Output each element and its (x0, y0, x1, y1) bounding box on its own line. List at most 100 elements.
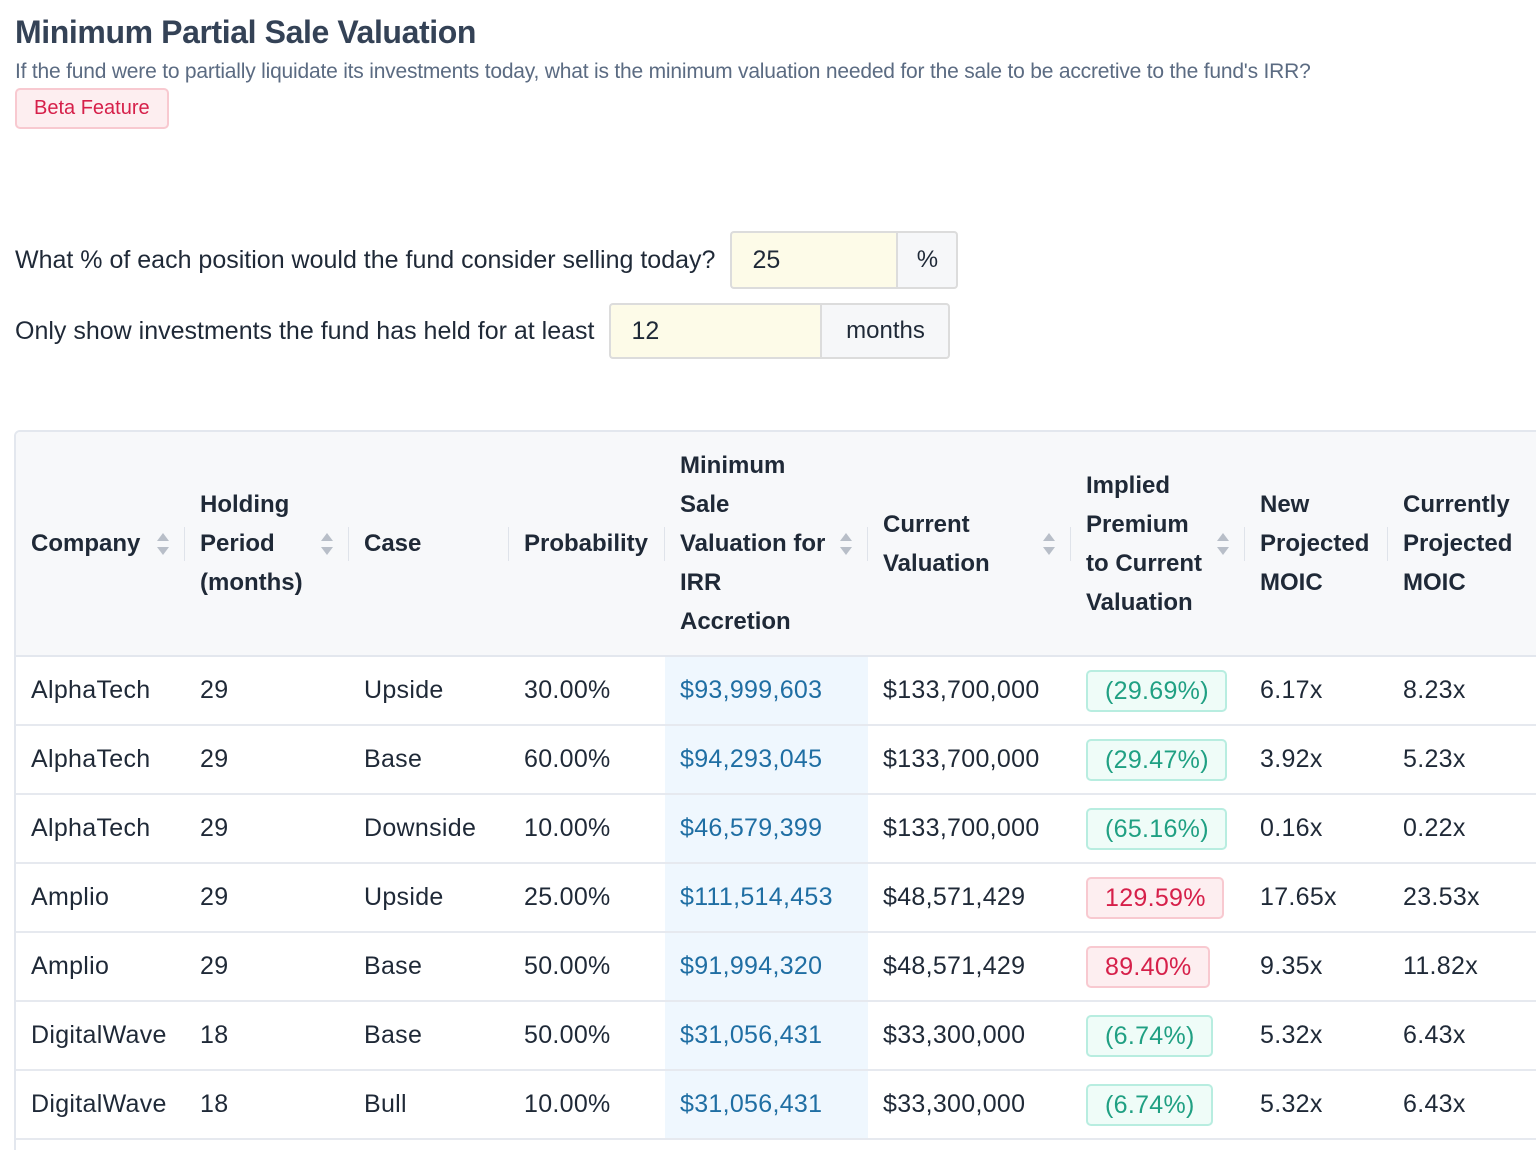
column-header-label: Implied Premium to Current Valuation (1086, 471, 1202, 616)
holding-period-cell: 29 (185, 656, 349, 726)
column-header-content: Currently Projected MOIC (1403, 485, 1531, 602)
column-header-content: Probability (524, 524, 650, 563)
column-header-min-sale-valuation[interactable]: Minimum Sale Valuation for IRR Accretion (665, 432, 868, 657)
column-header-content: Implied Premium to Current Valuation (1086, 466, 1230, 622)
column-header-new-projected-moic: New Projected MOIC (1245, 432, 1388, 657)
column-header-holding-period[interactable]: Holding Period (months) (185, 432, 349, 657)
case-cell: Base (349, 932, 509, 1002)
min-sale-valuation-cell: $31,056,431 (665, 1070, 868, 1140)
page-title: Minimum Partial Sale Valuation (15, 14, 477, 50)
sort-icon[interactable] (320, 531, 334, 557)
current-moic-cell: 8.23x (1388, 656, 1536, 726)
column-header-content: Case (364, 524, 494, 563)
sell-percentage-input[interactable]: 25 (730, 231, 897, 289)
percent-addon: % (896, 231, 959, 289)
new-moic-cell: 5.32x (1245, 1001, 1388, 1071)
column-header-content: New Projected MOIC (1260, 485, 1373, 602)
min-sale-valuation-cell: $31,056,431 (665, 1001, 868, 1071)
sort-icon[interactable] (156, 531, 170, 557)
current-valuation-cell: $33,300,000 (868, 1070, 1071, 1140)
premium-badge: (29.47%) (1086, 738, 1227, 781)
table-row: AlphaTech 29 Upside 30.00% $93,999,603 $133,7… (16, 656, 1536, 726)
probability-cell: 60.00% (509, 725, 665, 795)
current-valuation-cell: $33,300,000 (868, 1001, 1071, 1071)
column-header-label: Probability (524, 530, 649, 557)
probability-cell: 10.00% (509, 1070, 665, 1140)
holding-period-cell: 29 (185, 794, 349, 864)
column-header-label: Holding Period (months) (200, 491, 303, 596)
column-header-content: Current Valuation (883, 505, 1056, 583)
table-row: AlphaTech 29 Downside 10.00% $46,579,399 $133… (16, 794, 1536, 864)
new-moic-cell: 0.16x (1245, 794, 1388, 864)
months-addon: months (820, 303, 951, 359)
min-sale-valuation-cell: $94,293,045 (665, 725, 868, 795)
column-header-currently-projected-moic: Currently Projected MOIC (1388, 432, 1536, 657)
column-header-label: Case (364, 530, 422, 557)
table-row: Amplio 29 Upside 25.00% $111,514,453 $48,571,… (16, 863, 1536, 933)
min-sale-valuation-cell: $46,579,399 (665, 794, 868, 864)
premium-badge: (6.74%) (1086, 1014, 1213, 1057)
company-cell: AlphaTech (16, 656, 185, 726)
case-cell: Bull (349, 1070, 509, 1140)
column-header-current-valuation[interactable]: Current Valuation (868, 432, 1071, 657)
case-cell: Base (349, 725, 509, 795)
current-moic-cell: 0.22x (1388, 794, 1536, 864)
holding-months-input[interactable]: 12 (609, 303, 821, 359)
probability-cell: 50.00% (509, 932, 665, 1002)
company-cell: AlphaTech (16, 725, 185, 795)
table-row: DigitalWave 18 Base 50.00% $31,056,431 $33,30… (16, 1001, 1536, 1071)
new-moic-cell: 5.32x (1245, 1070, 1388, 1140)
current-moic-cell: 6.43x (1388, 1001, 1536, 1071)
holding-period-cell: 29 (185, 863, 349, 933)
new-moic-cell: 17.65x (1245, 863, 1388, 933)
probability-cell: 25.00% (509, 863, 665, 933)
implied-premium-cell: (29.69%) (1071, 656, 1245, 726)
holding-months-row: Only show investments the fund has held … (15, 303, 951, 359)
current-moic-cell: 6.43x (1388, 1070, 1536, 1140)
company-cell: DigitalWave (16, 1070, 185, 1140)
probability-cell: 50.00% (509, 1001, 665, 1071)
new-moic-cell: 3.92x (1245, 725, 1388, 795)
premium-badge: (65.16%) (1086, 807, 1227, 850)
column-header-implied-premium[interactable]: Implied Premium to Current Valuation (1071, 432, 1245, 657)
sort-icon[interactable] (1216, 531, 1230, 557)
premium-badge: (6.74%) (1086, 1083, 1213, 1126)
implied-premium-cell: (29.47%) (1071, 725, 1245, 795)
min-sale-valuation-cell: $111,514,453 (665, 863, 868, 933)
case-cell: Upside (349, 863, 509, 933)
company-cell: Amplio (16, 863, 185, 933)
current-valuation-cell: $133,700,000 (868, 725, 1071, 795)
holding-period-cell: 18 (185, 1001, 349, 1071)
holding-period-cell: 18 (185, 1070, 349, 1140)
column-header-label: Currently Projected MOIC (1403, 491, 1513, 596)
table-row: Amplio 29 Base 50.00% $91,994,320 $48,571,429… (16, 932, 1536, 1002)
page-subtitle: If the fund were to partially liquidate … (15, 60, 1311, 83)
case-cell: Upside (349, 656, 509, 726)
column-header-label: Current Valuation (883, 510, 990, 577)
column-header-content: Company (31, 524, 170, 563)
current-valuation-cell: $133,700,000 (868, 656, 1071, 726)
implied-premium-cell: (6.74%) (1071, 1001, 1245, 1071)
holding-period-cell: 29 (185, 932, 349, 1002)
column-header-company[interactable]: Company (16, 432, 185, 657)
sell-percentage-label: What % of each position would the fund c… (15, 245, 716, 274)
current-moic-cell: 5.23x (1388, 725, 1536, 795)
sort-icon[interactable] (839, 531, 853, 557)
column-header-label: Minimum Sale Valuation for IRR Accretion (680, 452, 826, 635)
company-cell: DigitalWave (16, 1001, 185, 1071)
valuation-table: Company Holding Period (months) Case Probab… (16, 432, 1536, 1140)
implied-premium-cell: (65.16%) (1071, 794, 1245, 864)
sell-percentage-row: What % of each position would the fund c… (15, 231, 959, 289)
sort-icon[interactable] (1042, 531, 1056, 557)
case-cell: Base (349, 1001, 509, 1071)
beta-badge: Beta Feature (15, 88, 169, 129)
min-sale-valuation-cell: $91,994,320 (665, 932, 868, 1002)
implied-premium-cell: 89.40% (1071, 932, 1245, 1002)
column-header-content: Minimum Sale Valuation for IRR Accretion (680, 446, 853, 641)
current-valuation-cell: $133,700,000 (868, 794, 1071, 864)
column-header-probability: Probability (509, 432, 665, 657)
table-header-row: Company Holding Period (months) Case Probab… (16, 432, 1536, 657)
new-moic-cell: 9.35x (1245, 932, 1388, 1002)
current-moic-cell: 11.82x (1388, 932, 1536, 1002)
column-header-content: Holding Period (months) (200, 485, 334, 602)
